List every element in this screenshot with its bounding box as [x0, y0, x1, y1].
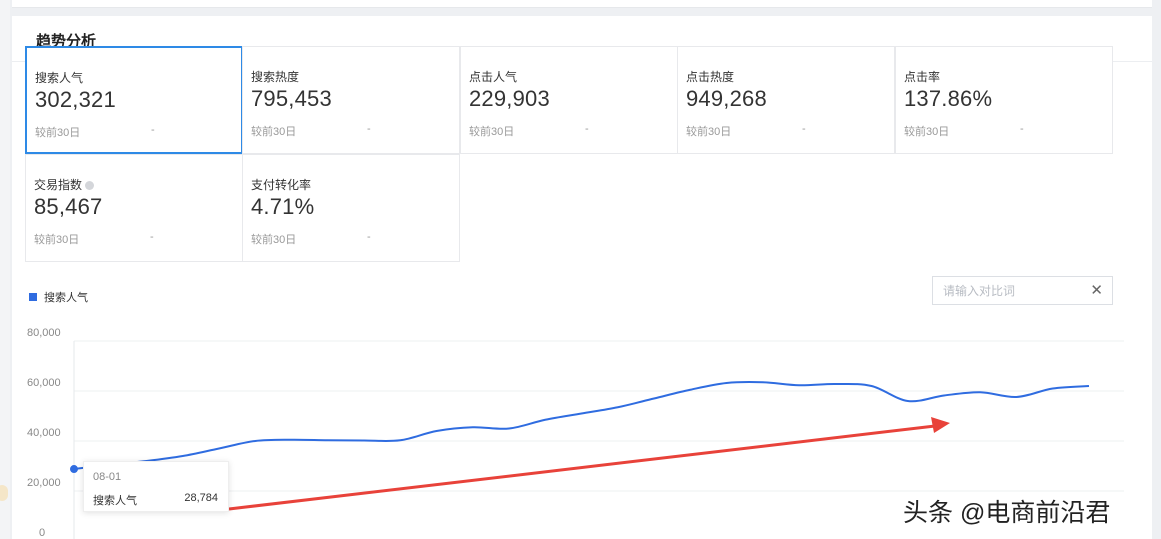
tooltip-value: 28,784: [184, 492, 218, 504]
series-points: [70, 465, 78, 474]
tooltip-series-name: 搜索人气: [93, 495, 137, 507]
data-point-highlighted[interactable]: [70, 465, 78, 474]
chart-grid: [74, 340, 1124, 492]
trend-chart: [70, 340, 1124, 539]
arrow-head: [931, 417, 950, 433]
watermark: 头条 @电商前沿君: [903, 499, 1111, 527]
tooltip-date: 08-01: [93, 471, 122, 483]
chart-tooltip: 08-01 搜索人气 28,784: [83, 461, 229, 512]
trend-arrow: [228, 417, 950, 511]
arrow-shaft: [228, 424, 936, 511]
